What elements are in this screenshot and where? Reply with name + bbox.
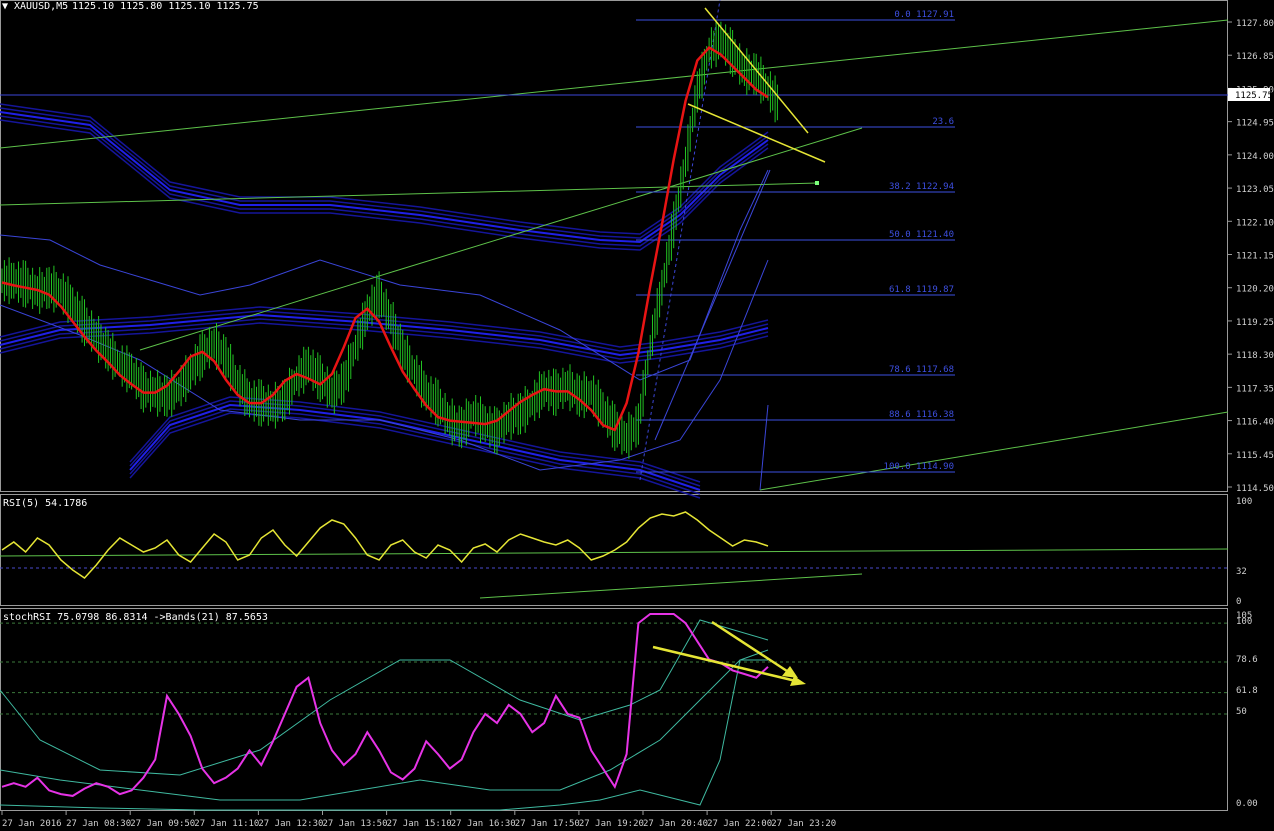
fib-level-label: 50.0 1121.40 (889, 230, 954, 240)
time-axis: 27 Jan 2016 27 Jan 08:30 27 Jan 09:50 27 Ja… (1, 811, 836, 829)
price-tick-label: 1123.05 (1236, 185, 1274, 195)
time-tick-label: 27 Jan 15:10 (387, 819, 452, 829)
stochrsi-band (0, 659, 768, 811)
anchor-point (815, 181, 819, 185)
stochrsi-band (0, 619, 769, 776)
main-panel: 0.0 1127.91 23.6 38.2 1122.94 50.0 1121.40 6… (0, 0, 1274, 499)
panel-frames (0, 0, 1228, 811)
envelope-line (0, 119, 769, 251)
stochrsi-band (0, 649, 769, 801)
trend-line (759, 404, 769, 491)
chart-symbol: XAUUSD,M5 (14, 1, 68, 12)
rsi-axis: 100 32 0 (1236, 497, 1252, 607)
envelope-line (0, 111, 769, 244)
arrowhead-icon (782, 666, 798, 678)
time-tick-label: 27 Jan 2016 (2, 819, 62, 829)
price-tick-label: 1120.20 (1236, 285, 1274, 295)
chart-canvas: 0.0 1127.91 23.6 38.2 1122.94 50.0 1121.40 6… (0, 0, 1274, 829)
stochrsi-tick-label: 0.00 (1236, 799, 1258, 809)
time-tick-label: 27 Jan 17:50 (515, 819, 580, 829)
fib-level-label: 78.6 1117.68 (889, 365, 954, 375)
price-tick-label: 1126.85 (1236, 52, 1274, 62)
rsi-title: RSI(5) 54.1786 (3, 498, 87, 509)
trend-line (391, 127, 863, 273)
header-symbol-arrow[interactable]: ▼ (2, 1, 8, 12)
time-tick-label: 27 Jan 08:30 (66, 819, 131, 829)
stochrsi-title: stochRSI 75.0798 86.8314 ->Bands(21) 87.… (3, 612, 268, 623)
fib-level-label: 88.6 1116.38 (889, 410, 954, 420)
price-tick-label: 1117.35 (1236, 384, 1274, 394)
fib-level-label: 100.0 1114.90 (884, 462, 954, 472)
stochrsi-levels (0, 622, 1228, 715)
stochrsi-tick-label: 78.6 (1236, 655, 1258, 665)
moving-average-line (1, 46, 769, 432)
price-tick-label: 1119.25 (1236, 318, 1274, 328)
time-tick-label: 27 Jan 11:10 (194, 819, 259, 829)
trend-line (759, 411, 1229, 491)
price-tick-label: 1124.95 (1236, 119, 1274, 129)
stochrsi-tick-label: 100 (1236, 617, 1252, 627)
price-tick-label: 1115.45 (1236, 451, 1274, 461)
wedge-upper-line (704, 7, 809, 134)
current-price-label: 1125.75 (1235, 91, 1273, 101)
arrowhead-icon (790, 676, 806, 686)
stochrsi-tick-label: 61.8 (1236, 686, 1258, 696)
price-tick-label: 1116.40 (1236, 418, 1274, 428)
fib-level-label: 38.2 1122.94 (889, 182, 954, 192)
stochrsi-tick-label: 50 (1236, 707, 1247, 717)
rsi-tick-label: 100 (1236, 497, 1252, 507)
price-tick-label: 1121.15 (1236, 252, 1274, 262)
fib-level-label: 0.0 1127.91 (894, 10, 954, 20)
time-tick-label: 27 Jan 09:50 (130, 819, 195, 829)
price-axis: 1127.801126.851125.901124.951124.001123.… (1227, 19, 1274, 494)
rsi-tick-label: 32 (1236, 567, 1247, 577)
rsi-tick-label: 0 (1236, 597, 1241, 607)
stochrsi-line (1, 613, 769, 797)
price-tick-label: 1118.30 (1236, 351, 1274, 361)
rsi-panel: 100 32 0 (0, 497, 1252, 607)
time-tick-label: 27 Jan 19:20 (579, 819, 644, 829)
price-tick-label: 1127.80 (1236, 19, 1274, 29)
divergence-arrows[interactable] (652, 620, 806, 686)
time-tick-label: 27 Jan 20:40 (643, 819, 708, 829)
trend-line (0, 19, 1229, 149)
stochrsi-path (1, 613, 769, 797)
price-tick-label: 1122.10 (1236, 218, 1274, 228)
price-tick-label: 1124.00 (1236, 152, 1274, 162)
rsi-trend-line (479, 573, 863, 599)
rsi-levels (0, 548, 1229, 599)
price-tick-label: 1114.50 (1236, 484, 1274, 494)
fibonacci-retracement[interactable]: 0.0 1127.91 23.6 38.2 1122.94 50.0 1121.40 6… (636, 10, 955, 473)
time-tick-label: 27 Jan 23:20 (771, 819, 836, 829)
fib-level-label: 61.8 1119.87 (889, 285, 954, 295)
trend-line (0, 182, 819, 206)
chart-ohlc: 1125.10 1125.80 1125.10 1125.75 (72, 1, 259, 12)
time-tick-label: 27 Jan 13:50 (323, 819, 388, 829)
time-tick-label: 27 Jan 22:00 (707, 819, 772, 829)
time-tick-label: 27 Jan 12:30 (258, 819, 323, 829)
stochrsi-bands (0, 619, 769, 811)
trend-line (139, 271, 393, 351)
trend-line (654, 169, 771, 441)
stochrsi-panel: 10510078.661.8500.00 (0, 611, 1258, 811)
time-tick-label: 27 Jan 16:30 (451, 819, 516, 829)
ma-path (1, 46, 769, 432)
fib-level-label: 23.6 (932, 117, 954, 127)
stochrsi-axis: 10510078.661.8500.00 (1236, 611, 1258, 809)
